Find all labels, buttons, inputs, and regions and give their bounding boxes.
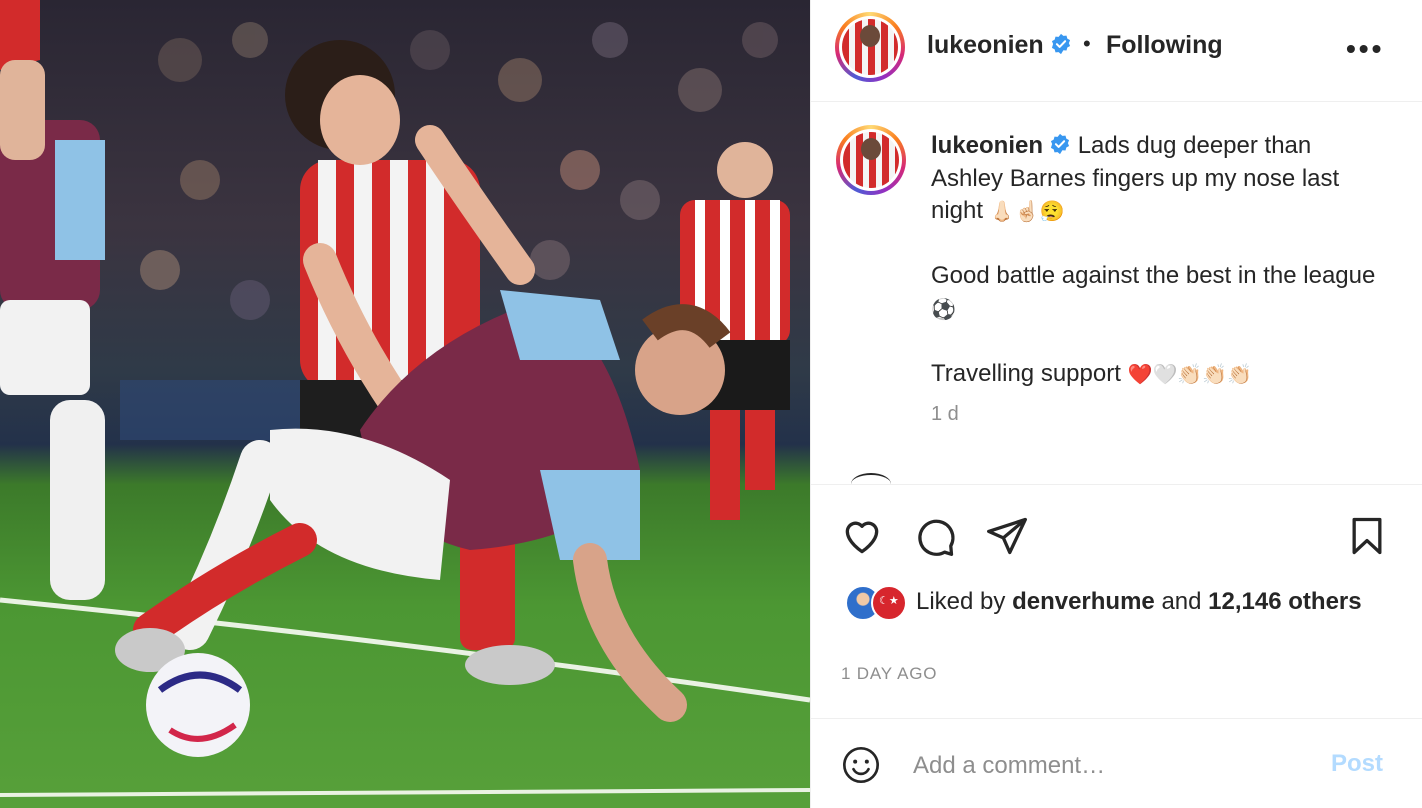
caption-emojis-3: ❤️🤍👏🏻👏🏻👏🏻 [1127,361,1253,386]
following-button[interactable]: Following [1106,31,1223,60]
post-header: lukeonien • Following ••• [811,0,1422,102]
post-panel: lukeonien • Following ••• lukeonien Lads… [810,0,1422,808]
likes-text[interactable]: Liked by denverhume and 12,146 others [916,585,1396,618]
author-avatar[interactable] [835,12,905,82]
post-image[interactable] [0,0,810,808]
emoji-icon[interactable] [841,745,881,785]
heart-icon[interactable] [840,514,884,558]
likes-count[interactable]: 12,146 [1208,588,1281,615]
send-icon[interactable] [985,514,1029,558]
post-date[interactable]: 1 DAY AGO [841,664,937,684]
likes-summary: Liked by denverhume and 12,146 others [841,585,1401,655]
caption-author-avatar[interactable] [836,125,906,195]
more-horizontal-icon[interactable]: ••• [1346,33,1384,65]
liker-avatar-2[interactable] [871,585,907,621]
caption-section: lukeonien Lads dug deeper than Ashley Ba… [811,103,1422,485]
verified-badge-icon [1050,133,1070,155]
caption-text: lukeonien Lads dug deeper than Ashley Ba… [931,130,1381,423]
caption-emojis-1: 👃🏻☝🏻😮‍💨 [989,199,1065,223]
caption-line-3: Travelling support [931,359,1121,387]
caption-timestamp[interactable]: 1 d [931,403,959,426]
action-bar [811,486,1422,580]
comment-input[interactable] [911,747,1305,785]
soccer-ball-emoji: ⚽ [931,296,956,321]
header-separator: • [1083,31,1091,56]
post-image-art [0,0,810,797]
bookmark-icon[interactable] [1345,514,1389,558]
caption-line-2: Good battle against the best in the leag… [931,262,1376,289]
comment-icon[interactable] [913,514,957,558]
comment-bar: Post [811,718,1422,808]
liker-username[interactable]: denverhume [1012,588,1155,615]
caption-username[interactable]: lukeonien [931,132,1043,159]
post-comment-button[interactable]: Post [1331,750,1383,778]
author-username[interactable]: lukeonien [927,31,1072,60]
verified-badge-icon [1051,33,1070,55]
next-comment-peek [851,473,891,484]
